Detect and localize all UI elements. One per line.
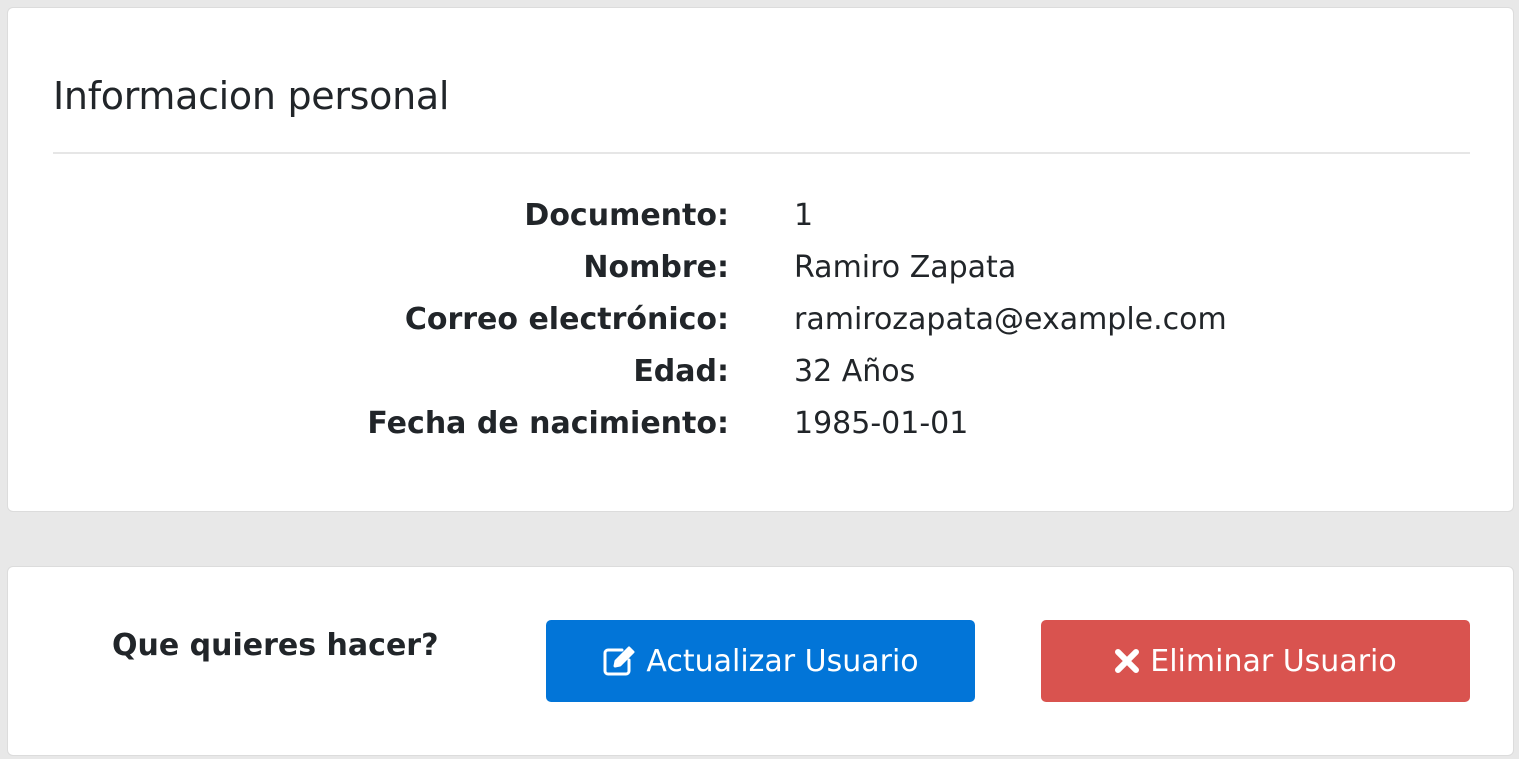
field-row-fecha-nacimiento: Fecha de nacimiento: 1985-01-01: [8, 406, 1515, 450]
personal-info-card: Informacion personal Documento: 1 Nombre…: [7, 7, 1514, 512]
field-label: Correo electrónico:: [404, 302, 729, 337]
delete-user-label: Eliminar Usuario: [1150, 643, 1397, 679]
field-row-documento: Documento: 1: [8, 198, 1515, 242]
close-icon: [1114, 648, 1140, 674]
field-value: 1985-01-01: [794, 406, 969, 441]
field-label: Fecha de nacimiento:: [367, 406, 729, 441]
field-value: ramirozapata@example.com: [794, 302, 1227, 337]
actions-question: Que quieres hacer?: [112, 628, 439, 663]
field-row-correo: Correo electrónico: ramirozapata@example…: [8, 302, 1515, 346]
field-row-edad: Edad: 32 Años: [8, 354, 1515, 398]
field-label: Edad:: [633, 354, 729, 389]
actions-card: Que quieres hacer? Actualizar Usuario El…: [7, 566, 1514, 756]
field-row-nombre: Nombre: Ramiro Zapata: [8, 250, 1515, 294]
update-user-button[interactable]: Actualizar Usuario: [546, 620, 975, 702]
update-user-label: Actualizar Usuario: [646, 643, 919, 679]
field-value: 32 Años: [794, 354, 916, 389]
delete-user-button[interactable]: Eliminar Usuario: [1041, 620, 1470, 702]
field-label: Documento:: [524, 198, 729, 233]
field-label: Nombre:: [583, 250, 729, 285]
field-value: 1: [794, 198, 814, 233]
card-title: Informacion personal: [53, 74, 450, 118]
title-divider: [53, 152, 1470, 154]
edit-icon: [602, 646, 636, 676]
field-value: Ramiro Zapata: [794, 250, 1017, 285]
